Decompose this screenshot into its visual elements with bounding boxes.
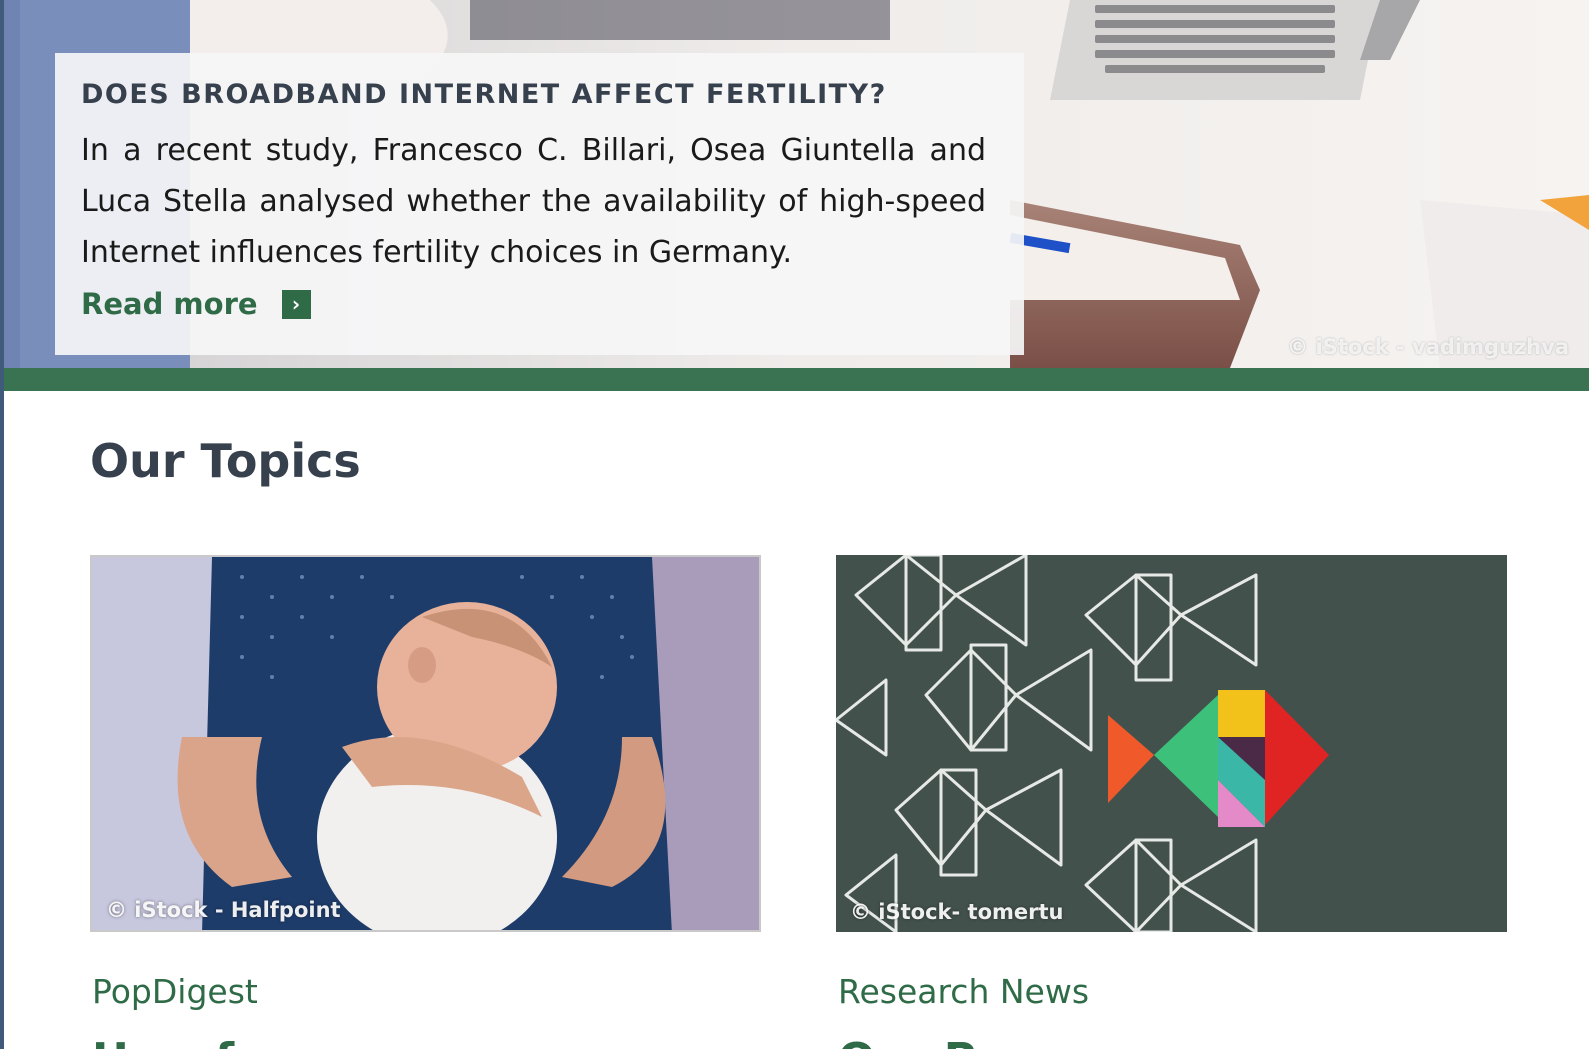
topic-image-father-baby[interactable]: © iStock - Halfpoint <box>90 555 761 932</box>
read-more-label[interactable]: Read more <box>81 287 258 321</box>
tangram-fish-photo <box>836 555 1507 932</box>
read-more-link[interactable]: Read more › <box>81 280 986 328</box>
section-title-our-topics: Our Topics <box>90 434 361 488</box>
topic-card-research-news[interactable]: © iStock- tomertu Research News Our Pe..… <box>836 555 1507 1049</box>
hero-summary: In a recent study, Francesco C. Billari,… <box>81 133 986 270</box>
hero-banner: DOES BROADBAND INTERNET AFFECT FERTILITY… <box>0 0 1589 368</box>
father-baby-photo <box>92 557 759 930</box>
topic-image-credit: © iStock - Halfpoint <box>106 898 341 922</box>
topic-heading[interactable]: Our Pe... <box>838 1032 1507 1049</box>
hero-image-credit: © iStock - vadimguzhva <box>1287 335 1569 359</box>
topic-heading[interactable]: How fe... <box>92 1032 761 1049</box>
page: DOES BROADBAND INTERNET AFFECT FERTILITY… <box>0 0 1589 1049</box>
left-border <box>0 0 4 1049</box>
topic-image-tangram-fish[interactable]: © iStock- tomertu <box>836 555 1507 932</box>
topic-image-credit: © iStock- tomertu <box>850 900 1064 924</box>
topic-category-label[interactable]: PopDigest <box>92 970 761 1014</box>
green-divider <box>0 368 1589 391</box>
hero-teaser-card: DOES BROADBAND INTERNET AFFECT FERTILITY… <box>55 53 1024 355</box>
hero-title[interactable]: DOES BROADBAND INTERNET AFFECT FERTILITY… <box>81 75 986 115</box>
topic-card-popdigest[interactable]: © iStock - Halfpoint PopDigest How fe... <box>90 555 761 1049</box>
topic-category-label[interactable]: Research News <box>838 970 1507 1014</box>
chevron-right-icon[interactable]: › <box>281 289 311 319</box>
